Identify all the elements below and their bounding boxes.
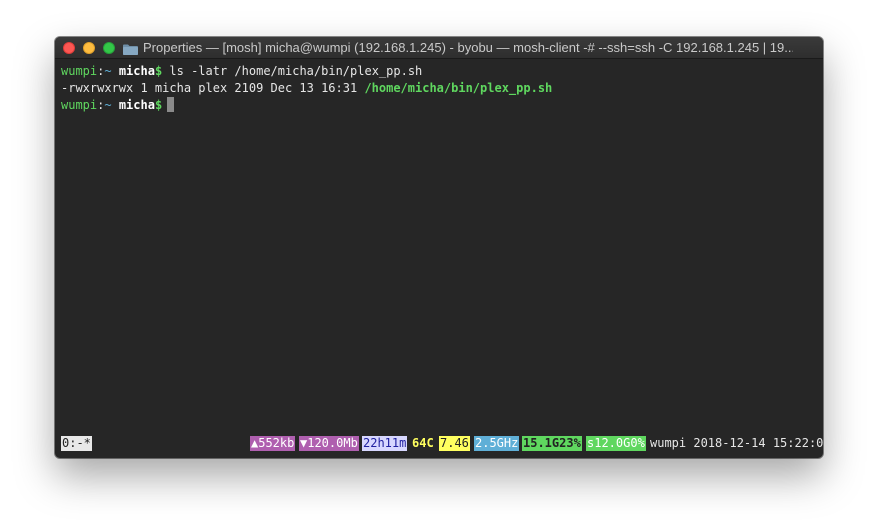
prompt-directory: ~: [104, 64, 112, 78]
uptime-indicator: 22h11m: [362, 436, 408, 451]
text-cursor: [167, 97, 175, 112]
network-up-indicator: ▲552kb: [250, 436, 296, 451]
folder-icon: [123, 42, 138, 55]
load-average-indicator: 7.46: [439, 436, 470, 451]
temperature-indicator: 64C: [412, 436, 434, 450]
output-path: /home/micha/bin/plex_pp.sh: [364, 81, 553, 95]
terminal-content[interactable]: wumpi:~ micha$ ls -latr /home/micha/bin/…: [55, 59, 823, 458]
prompt-directory: ~: [104, 98, 112, 112]
window-title: Properties — [mosh] micha@wumpi (192.168…: [143, 40, 793, 55]
command-output: -rwxrwxrwx 1 micha plex 2109 Dec 13 16:3…: [61, 81, 365, 95]
cpu-frequency-indicator: 2.5GHz: [474, 436, 520, 451]
command-text: ls -latr /home/micha/bin/plex_pp.sh: [162, 64, 423, 78]
memory-indicator: 15.1G23%: [522, 436, 582, 451]
prompt-symbol: $: [154, 98, 163, 112]
minimize-window-button[interactable]: [83, 41, 95, 54]
title-bar[interactable]: Properties — [mosh] micha@wumpi (192.168…: [55, 37, 823, 59]
network-down-indicator: ▼120.0Mb: [299, 436, 359, 451]
prompt-host: wumpi: [61, 98, 98, 112]
window-list-tab[interactable]: 0:-*: [61, 436, 92, 451]
terminal-line-1: wumpi:~ micha$ ls -latr /home/micha/bin/…: [61, 63, 823, 80]
terminal-line-3: wumpi:~ micha$: [61, 97, 823, 114]
terminal-line-2: -rwxrwxrwx 1 micha plex 2109 Dec 13 16:3…: [61, 80, 823, 97]
prompt-user: micha: [111, 98, 155, 112]
terminal-window: Properties — [mosh] micha@wumpi (192.168…: [55, 37, 823, 458]
window-controls: [63, 41, 123, 54]
byobu-status-bar: 0:-* ▲552kb ▼120.0Mb 22h11m 64C 7.46 2.5…: [61, 436, 823, 451]
host-datetime-indicator: wumpi 2018-12-14 15:22:0: [650, 436, 823, 450]
prompt-user: micha: [111, 64, 155, 78]
prompt-host: wumpi: [61, 64, 98, 78]
close-window-button[interactable]: [63, 41, 75, 54]
maximize-window-button[interactable]: [103, 41, 115, 54]
disk-indicator: s12.0G0%: [586, 436, 646, 451]
